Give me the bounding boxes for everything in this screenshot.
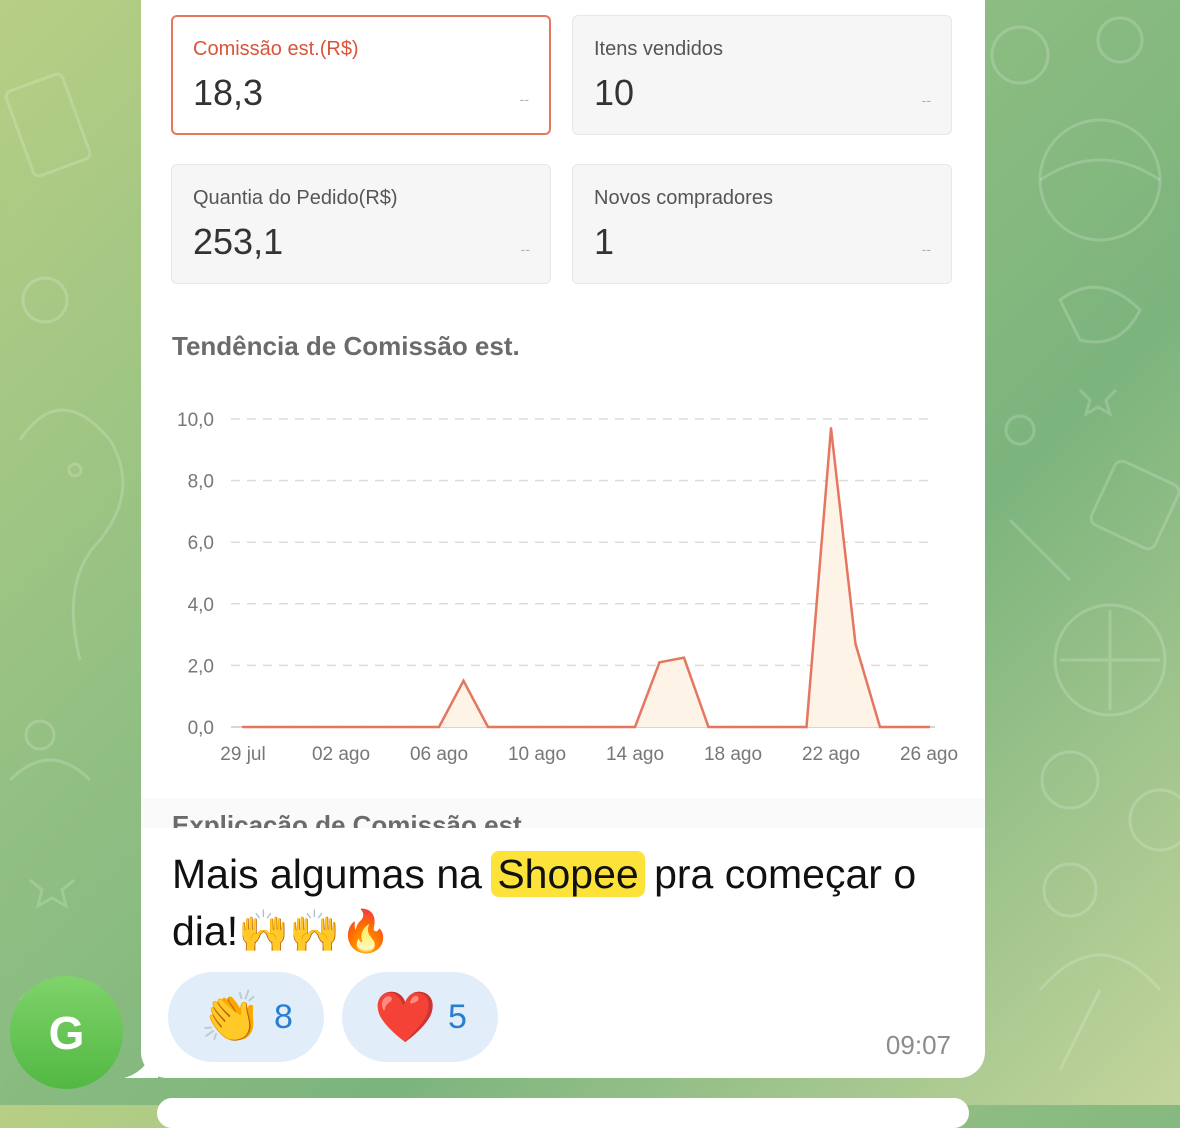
x-tick-label: 29 jul (220, 744, 265, 765)
message-text-before: Mais algumas na (172, 851, 494, 897)
x-tick-label: 10 ago (508, 744, 566, 765)
avatar[interactable]: G (10, 976, 123, 1089)
x-tick-label: 14 ago (606, 744, 664, 765)
data-point (658, 661, 661, 664)
data-point (609, 725, 612, 729)
data-point (339, 725, 343, 729)
y-tick-label: 10,0 (177, 410, 214, 431)
reaction-heart[interactable]: ❤️ 5 (342, 972, 498, 1062)
next-message-bubble (157, 1098, 969, 1128)
data-point (462, 679, 465, 682)
clap-icon: 👏 (200, 989, 263, 1045)
data-point (437, 725, 441, 729)
heart-icon: ❤️ (374, 989, 437, 1045)
data-point (241, 725, 245, 729)
explanation-heading: Explicação de Comissão est. (172, 810, 529, 828)
x-tick-label: 06 ago (410, 744, 468, 765)
x-tick-label: 22 ago (802, 744, 860, 765)
y-tick-label: 0,0 (188, 718, 214, 739)
data-point (756, 725, 759, 729)
data-point (364, 725, 367, 729)
data-point (511, 725, 514, 729)
data-point (805, 725, 808, 729)
data-point (903, 725, 906, 729)
data-point (878, 725, 882, 729)
explanation-section: Explicação de Comissão est. (141, 798, 985, 828)
reaction-count: 5 (448, 997, 467, 1036)
data-point (682, 656, 686, 659)
reaction-clap[interactable]: 👏 8 (168, 972, 324, 1062)
data-point (290, 725, 294, 729)
data-point (780, 725, 784, 729)
data-point (413, 725, 416, 729)
message-bubble: Comissão est.(R$) 18,3 -- Itens vendidos… (141, 0, 985, 1078)
x-tick-label: 02 ago (312, 744, 370, 765)
data-point (584, 725, 588, 729)
data-point (927, 725, 931, 729)
message-text: Mais algumas na Shopee pra começar o dia… (172, 846, 972, 960)
reaction-count: 8 (274, 997, 293, 1036)
data-point (388, 725, 392, 729)
x-tick-label: 26 ago (900, 744, 958, 765)
y-tick-label: 8,0 (188, 472, 214, 493)
data-point (315, 725, 318, 729)
message-timestamp: 09:07 (885, 1030, 951, 1060)
data-point (829, 427, 833, 430)
data-point (731, 725, 735, 729)
avatar-letter: G (48, 1006, 85, 1059)
commission-trend-chart: 0,0 2,0 4,0 6,0 8,0 10,0 29 jul 02 ago 06 ago 10 … (177, 410, 958, 765)
data-point (266, 725, 269, 729)
data-point (560, 725, 563, 729)
data-point (535, 725, 539, 729)
data-point (854, 642, 857, 646)
x-tick-label: 18 ago (704, 744, 762, 765)
y-tick-label: 6,0 (188, 533, 214, 554)
y-tick-label: 4,0 (188, 595, 214, 616)
message-highlight: Shopee (491, 851, 645, 897)
y-tick-label: 2,0 (188, 656, 214, 677)
data-point (707, 725, 710, 729)
data-point (633, 725, 637, 729)
data-point (486, 725, 490, 729)
